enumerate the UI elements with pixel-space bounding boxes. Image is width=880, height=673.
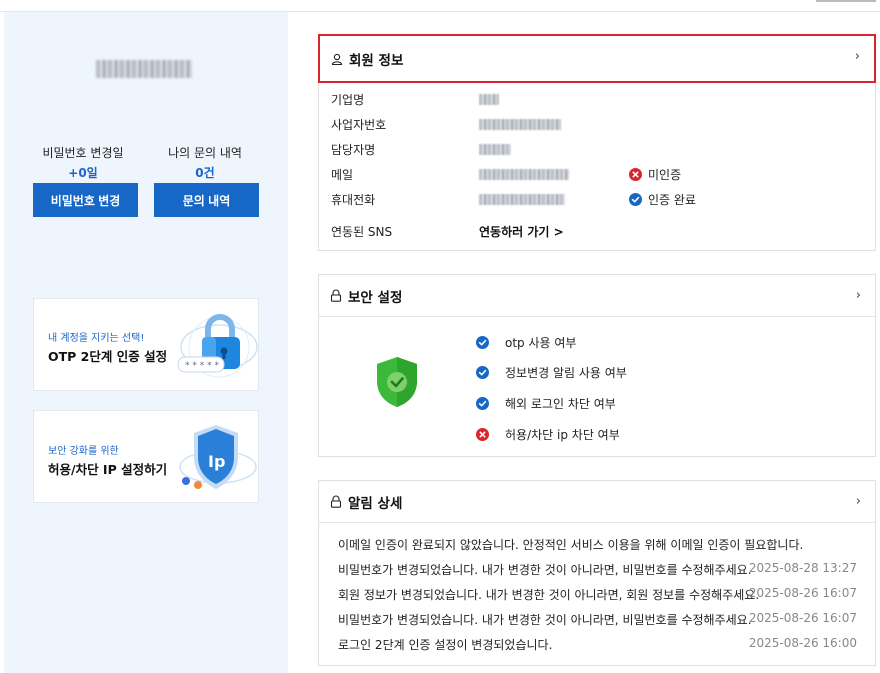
email-label: 메일	[331, 168, 354, 182]
email-status: 미인증	[629, 166, 681, 183]
info-change-alert-setting: 정보변경 알림 사용 여부	[476, 364, 627, 381]
phone-status: 인증 완료	[629, 191, 696, 208]
svg-text:* * * * *: * * * * *	[185, 361, 219, 371]
lock-icon: * * * * *	[177, 314, 258, 378]
error-icon	[629, 168, 642, 181]
error-icon	[476, 428, 489, 441]
business-number-label: 사업자번호	[331, 118, 387, 132]
notification-item: 이메일 인증이 완료되지 않았습니다. 안정적인 서비스 이용을 위해 이메일 …	[338, 538, 804, 552]
email-status-text: 미인증	[648, 168, 682, 182]
ip-promo-title: 허용/차단 IP 설정하기	[48, 462, 168, 477]
company-name-label: 기업명	[331, 93, 365, 107]
check-icon	[476, 397, 489, 410]
inquiry-label: 나의 문의 내역	[168, 146, 242, 160]
svg-text:Ip: Ip	[208, 452, 225, 471]
inquiry-value: 0건	[195, 166, 215, 180]
email-value	[479, 169, 569, 180]
chevron-right-icon[interactable]: ›	[856, 494, 861, 509]
company-name-value	[479, 94, 499, 105]
top-button-edge[interactable]	[816, 0, 876, 2]
manager-name-value	[479, 144, 511, 155]
notification-date: 2025-08-26 16:00	[748, 636, 857, 650]
overseas-login-block-setting: 해외 로그인 차단 여부	[476, 395, 616, 412]
ip-block-label: 허용/차단 ip 차단 여부	[505, 428, 620, 442]
lock-outline-icon	[330, 289, 342, 302]
notification-item: 비밀번호가 변경되었습니다. 내가 변경한 것이 아니라면, 비밀번호를 수정해…	[338, 563, 752, 577]
security-card: 보안 설정 › otp 사용 여부 정보변경 알림 사용 여부 해외 로그인 차…	[318, 274, 876, 457]
business-number-value	[479, 119, 561, 130]
otp-setting-label: otp 사용 여부	[505, 336, 577, 350]
security-header[interactable]: 보안 설정 ›	[319, 275, 875, 317]
sns-connect-link[interactable]: 연동하러 가기 >	[479, 223, 564, 240]
phone-value	[479, 194, 565, 205]
info-change-alert-label: 정보변경 알림 사용 여부	[505, 366, 627, 380]
notifications-title: 알림 상세	[348, 495, 403, 512]
check-icon	[476, 366, 489, 379]
notification-item: 회원 정보가 변경되었습니다. 내가 변경한 것이 아니라면, 회원 정보를 수…	[338, 588, 760, 602]
notification-item: 비밀번호가 변경되었습니다. 내가 변경한 것이 아니라면, 비밀번호를 수정해…	[338, 613, 752, 627]
username-redacted	[96, 60, 192, 78]
notifications-header[interactable]: 알림 상세 ›	[319, 481, 875, 523]
password-changed-label: 비밀번호 변경일	[42, 146, 124, 160]
otp-promo-subtitle: 내 계정을 지키는 선택!	[48, 333, 145, 344]
notifications-card: 알림 상세 › 이메일 인증이 완료되지 않았습니다. 안정적인 서비스 이용을…	[318, 480, 876, 666]
notification-item: 로그인 2단계 인증 설정이 변경되었습니다.	[338, 638, 553, 652]
check-icon	[476, 336, 489, 349]
ip-promo-card[interactable]: 보안 강화를 위한 허용/차단 IP 설정하기 Ip	[33, 410, 259, 503]
ip-block-setting: 허용/차단 ip 차단 여부	[476, 426, 620, 443]
chevron-right-icon[interactable]: ›	[856, 288, 861, 303]
phone-label: 휴대전화	[331, 193, 376, 207]
bell-icon	[330, 495, 342, 508]
shield-check-icon	[377, 357, 417, 407]
inquiry-stat: 나의 문의 내역 0건	[150, 144, 260, 181]
password-changed-stat: 비밀번호 변경일 +0일	[28, 144, 138, 181]
manager-name-label: 담당자명	[331, 143, 376, 157]
inquiry-button[interactable]: 문의 내역	[154, 183, 259, 217]
otp-promo-card[interactable]: 내 계정을 지키는 선택! OTP 2단계 인증 설정 * * * * *	[33, 298, 259, 391]
person-icon	[331, 53, 343, 65]
check-icon	[629, 193, 642, 206]
otp-setting: otp 사용 여부	[476, 334, 576, 351]
ip-promo-subtitle: 보안 강화를 위한	[48, 446, 119, 457]
notification-date: 2025-08-28 13:27	[748, 561, 857, 575]
security-title: 보안 설정	[348, 289, 403, 306]
member-info-title: 회원 정보	[349, 52, 404, 69]
ip-shield-icon: Ip	[179, 425, 257, 489]
sns-label: 연동된 SNS	[331, 225, 393, 239]
member-info-card: 회원 정보 › 기업명 사업자번호 담당자명 메일 미인증 휴대전화 인증 완료…	[318, 34, 876, 251]
chevron-right-icon[interactable]: ›	[855, 49, 860, 64]
overseas-login-block-label: 해외 로그인 차단 여부	[505, 397, 616, 411]
password-changed-value: +0일	[68, 166, 98, 180]
notification-date: 2025-08-26 16:07	[748, 611, 857, 625]
member-info-header[interactable]: 회원 정보 ›	[318, 34, 876, 83]
notification-date: 2025-08-26 16:07	[748, 586, 857, 600]
otp-promo-title: OTP 2단계 인증 설정	[48, 349, 168, 364]
change-password-button[interactable]: 비밀번호 변경	[33, 183, 138, 217]
phone-status-text: 인증 완료	[648, 193, 696, 207]
